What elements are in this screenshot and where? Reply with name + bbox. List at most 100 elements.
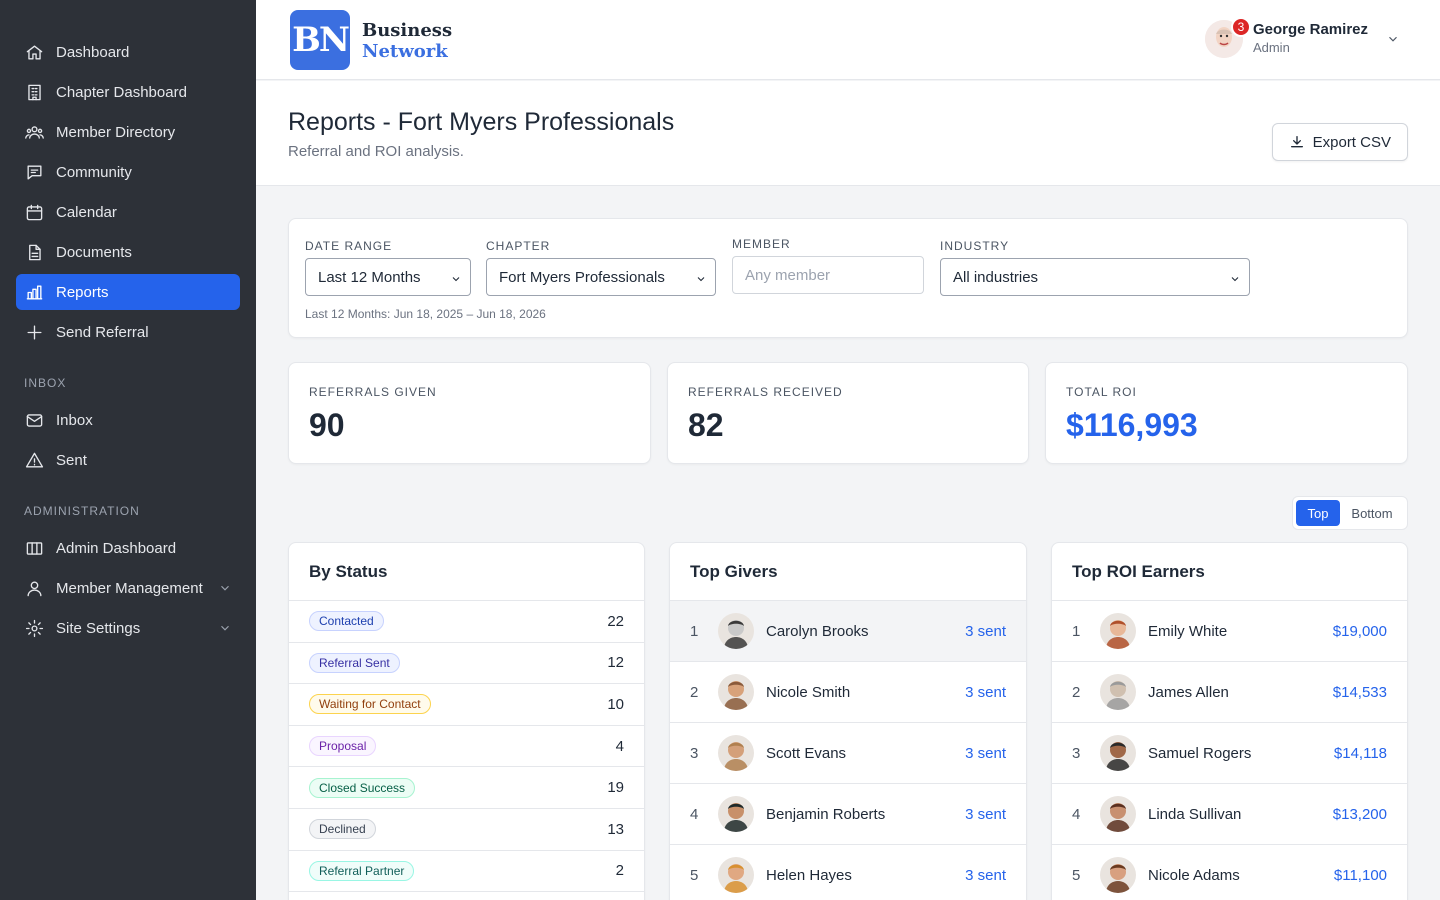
nav-calendar[interactable]: Calendar [16, 194, 240, 230]
list-item[interactable]: 3 Scott Evans 3 sent [670, 723, 1026, 784]
logo[interactable]: BN [290, 10, 350, 70]
nav-label: Inbox [56, 411, 93, 429]
export-csv-button[interactable]: Export CSV [1271, 123, 1408, 161]
rank-number: 1 [1072, 622, 1081, 640]
status-count: 12 [607, 654, 624, 672]
plus-icon [24, 322, 44, 342]
nav-sent[interactable]: Sent [16, 442, 240, 478]
member-filter: MEMBER [732, 237, 924, 294]
status-row[interactable]: Declined 13 [289, 809, 644, 851]
gear-icon [24, 618, 44, 638]
nav-label: Member Management [56, 579, 203, 597]
nav-label: Admin Dashboard [56, 539, 177, 557]
avatar [718, 674, 754, 710]
chapter-select[interactable]: Fort Myers Professionals [486, 258, 716, 296]
nav-label: Community [56, 163, 132, 181]
rank-number: 2 [1072, 683, 1081, 701]
avatar [718, 796, 754, 832]
status-badge: Declined [309, 819, 376, 840]
nav-section-inbox: INBOX [24, 376, 67, 390]
status-row[interactable]: Closed Success 19 [289, 767, 644, 809]
date-range-value: Last 12 Months [318, 268, 421, 286]
member-input[interactable] [732, 256, 924, 294]
date-range-label: DATE RANGE [305, 239, 393, 253]
member-name: Samuel Rogers [1148, 744, 1252, 762]
rank-number: 2 [690, 683, 699, 701]
toggle-bottom-button[interactable]: Bottom [1340, 500, 1404, 526]
chat-icon [24, 162, 44, 182]
rank-number: 4 [690, 805, 699, 823]
status-row[interactable]: Proposal 4 [289, 726, 644, 768]
nav-dashboard[interactable]: Dashboard [16, 34, 240, 70]
user-menu[interactable]: 3 George Ramirez Admin [1204, 17, 1400, 58]
nav-label: Reports [56, 283, 109, 301]
list-item[interactable]: 2 James Allen $14,533 [1052, 662, 1407, 723]
stat-referrals-given: REFERRALS GIVEN 90 [288, 362, 651, 464]
toggle-top-button[interactable]: Top [1296, 500, 1340, 526]
chapter-value: Fort Myers Professionals [499, 268, 665, 286]
card-title: Top ROI Earners [1052, 543, 1407, 601]
member-value: 3 sent [965, 683, 1006, 701]
list-item[interactable]: 4 Benjamin Roberts 3 sent [670, 784, 1026, 845]
status-count: 2 [615, 862, 624, 880]
nav-label: Chapter Dashboard [56, 83, 187, 101]
nav-label: Member Directory [56, 123, 176, 141]
industry-select[interactable]: All industries [940, 258, 1250, 296]
rank-number: 1 [690, 622, 699, 640]
list-item[interactable]: 4 Linda Sullivan $13,200 [1052, 784, 1407, 845]
list-item[interactable]: 5 Helen Hayes 3 sent [670, 845, 1026, 900]
status-row[interactable]: Waiting for Contact 10 [289, 684, 644, 726]
nav-member-management[interactable]: Member Management [16, 570, 240, 606]
user-role: Admin [1252, 40, 1290, 55]
nav-send-referral[interactable]: Send Referral [16, 314, 240, 350]
rank-number: 4 [1072, 805, 1081, 823]
nav-site-settings[interactable]: Site Settings [16, 610, 240, 646]
nav-chapter-dashboard[interactable]: Chapter Dashboard [16, 74, 240, 110]
filters-card: DATE RANGE Last 12 Months CHAPTER Fort M… [288, 218, 1408, 338]
nav-reports[interactable]: Reports [16, 274, 240, 310]
member-name: James Allen [1148, 683, 1229, 701]
nav-documents[interactable]: Documents [16, 234, 240, 270]
avatar [1100, 674, 1136, 710]
page-title: Reports - Fort Myers Professionals [288, 108, 675, 136]
chevron-down-icon [450, 272, 462, 284]
status-row[interactable]: Referral Partner 2 [289, 851, 644, 893]
avatar [1100, 796, 1136, 832]
building-icon [24, 82, 44, 102]
nav-community[interactable]: Community [16, 154, 240, 190]
brand-name: Business Network [362, 20, 452, 62]
list-item[interactable]: 3 Samuel Rogers $14,118 [1052, 723, 1407, 784]
user-icon [24, 578, 44, 598]
nav-label: Send Referral [56, 323, 149, 341]
status-row[interactable]: Referral Sent 12 [289, 643, 644, 685]
list-item[interactable]: 2 Nicole Smith 3 sent [670, 662, 1026, 723]
nav-inbox[interactable]: Inbox [16, 402, 240, 438]
status-count: 13 [607, 820, 624, 838]
nav-member-directory[interactable]: Member Directory [16, 114, 240, 150]
stat-total-roi: TOTAL ROI $116,993 [1045, 362, 1408, 464]
avatar [718, 857, 754, 893]
member-name: Helen Hayes [766, 866, 852, 884]
top-header: BN Business Network 3 George Ramirez Adm… [256, 0, 1440, 80]
list-item[interactable]: 1 Emily White $19,000 [1052, 601, 1407, 662]
chapter-label: CHAPTER [486, 239, 551, 253]
avatar [1100, 735, 1136, 771]
rank-number: 3 [690, 744, 699, 762]
roi-list: 1 Emily White $19,000 2 James Allen $14,533 3 S… [1052, 601, 1407, 900]
chevron-down-icon [218, 581, 232, 595]
date-range-select[interactable]: Last 12 Months [305, 258, 471, 296]
chevron-down-icon[interactable] [1386, 32, 1400, 46]
calendar-icon [24, 202, 44, 222]
list-item[interactable]: 5 Nicole Adams $11,100 [1052, 845, 1407, 900]
member-value: $14,118 [1333, 744, 1387, 762]
member-name: Benjamin Roberts [766, 805, 886, 823]
list-item[interactable]: 1 Carolyn Brooks 3 sent [670, 601, 1026, 662]
export-csv-label: Export CSV [1312, 133, 1391, 151]
nav-label: Sent [56, 451, 87, 469]
status-badge: Contacted [309, 611, 384, 632]
status-row[interactable]: Contacted 22 [289, 601, 644, 643]
member-value: 3 sent [965, 622, 1006, 640]
top-bottom-toggle: Top Bottom [1292, 496, 1408, 530]
nav-label: Calendar [56, 203, 117, 221]
nav-admin-dashboard[interactable]: Admin Dashboard [16, 530, 240, 566]
